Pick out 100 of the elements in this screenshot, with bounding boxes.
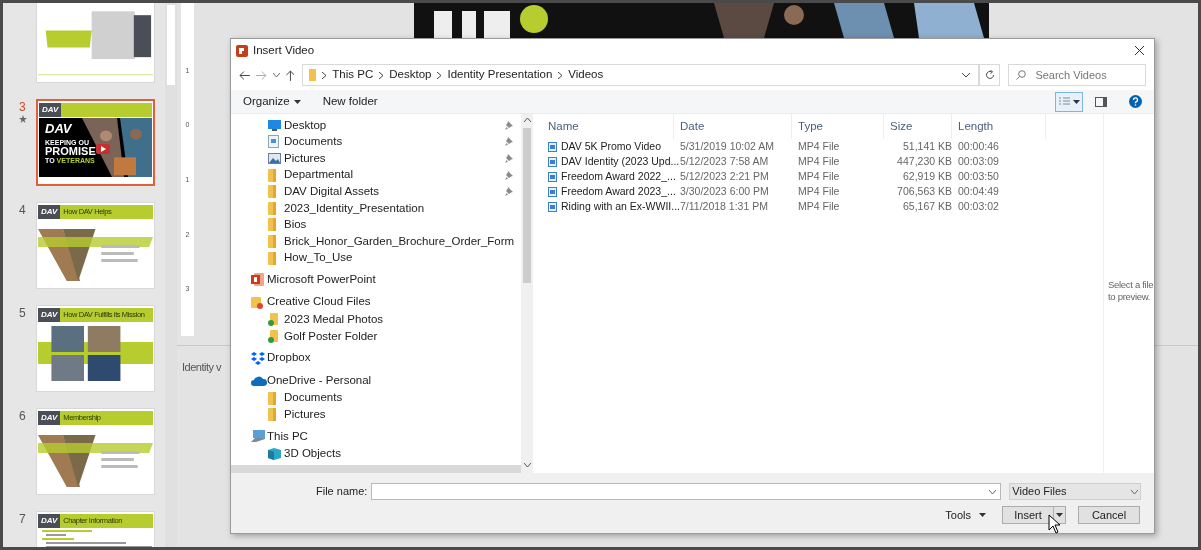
nav-item[interactable]: DAV Digital Assets (231, 183, 521, 200)
folder-icon (268, 391, 276, 405)
column-header[interactable]: Size (884, 114, 952, 139)
chevron-down-icon[interactable] (272, 73, 280, 77)
pin-icon (505, 187, 513, 197)
scroll-up-icon[interactable] (523, 118, 531, 122)
nav-item[interactable]: Documents (231, 389, 521, 407)
caret-icon (979, 513, 986, 517)
file-length: 00:03:02 (957, 198, 1000, 214)
nav-item[interactable]: Pictures (231, 406, 521, 424)
back-arrow-icon[interactable] (239, 70, 250, 80)
cancel-button[interactable]: Cancel (1078, 506, 1140, 524)
nav-item[interactable]: Microsoft PowerPoint (231, 271, 521, 288)
file-type: MP4 File (797, 138, 841, 154)
nav-item[interactable]: Pictures (231, 150, 521, 167)
column-header[interactable]: Length (952, 114, 1046, 139)
file-length: 00:04:49 (957, 183, 1000, 199)
file-name: Riding with an Ex-WWII... (561, 198, 681, 214)
search-icon (1016, 70, 1027, 80)
slide-logo: DAV (38, 205, 61, 219)
file-row[interactable]: DAV 5K Promo Video 5/31/2019 10:02 AM MP4 File 51,141 KB 00:00:46 (536, 139, 1103, 154)
scrollbar-thumb[interactable] (167, 5, 175, 85)
file-type-dropdown[interactable]: Video Files (1009, 483, 1141, 500)
address-bar[interactable]: This PC Desktop Identity Presentation Videos (302, 64, 979, 86)
synced-folder-icon (268, 313, 278, 327)
nav-item[interactable]: Bios (231, 216, 521, 234)
folder-icon (309, 69, 317, 81)
dialog-title: Insert Video (253, 42, 316, 58)
path-segment[interactable]: This PC (332, 66, 374, 84)
file-type: MP4 File (797, 153, 841, 169)
nav-item[interactable]: OneDrive - Personal (231, 372, 521, 389)
nav-item[interactable]: This PC (231, 428, 521, 445)
cloud-folder-icon (251, 295, 264, 309)
folder-icon (268, 234, 276, 248)
file-row[interactable]: Riding with an Ex-WWII...7/11/2018 1:31 PM MP4 File 65,167 KB 00:03:02 (536, 199, 1103, 214)
file-name-field[interactable] (370, 483, 1002, 500)
column-header[interactable]: Date (674, 114, 792, 139)
preview-pane-icon[interactable] (1095, 96, 1107, 107)
nav-item[interactable]: 2023 Medal Photos (231, 311, 521, 329)
folder-icon (268, 251, 276, 265)
nav-item[interactable]: How_To_Use (231, 249, 521, 267)
file-type: MP4 File (797, 168, 841, 184)
nav-item[interactable]: 3D Objects (231, 445, 521, 463)
nav-item[interactable]: Brick_Honor_Garden_Brochure_Order_Form (231, 233, 521, 250)
nav-item[interactable]: 2023_Identity_Presentation (231, 199, 521, 217)
tools-menu-button[interactable]: Tools (945, 506, 986, 524)
file-name: DAV 5K Promo Video (561, 138, 661, 154)
folder-icon (268, 201, 276, 215)
column-header[interactable]: Name (536, 114, 674, 139)
slide-number: 5 (19, 307, 26, 319)
nav-item[interactable]: Departmental (231, 166, 521, 184)
nav-item[interactable]: Dropbox (231, 349, 521, 367)
new-folder-button[interactable]: New folder (322, 92, 378, 111)
slide-heading: PROMISE (45, 146, 96, 157)
cube-icon (268, 448, 281, 460)
file-row[interactable]: DAV Identity (2023 Upd...5/12/2023 7:58 AM MP4 File 447,230 KB 00:03:09 (536, 154, 1103, 169)
file-row[interactable]: Freedom Award 2022_... 5/12/2023 2:21 PM MP4 File 62,919 KB 00:03:50 (536, 169, 1103, 184)
pin-icon (505, 154, 513, 163)
file-size: 65,167 KB (901, 198, 952, 214)
file-name-label: File name: (316, 484, 369, 500)
scrollbar-thumb[interactable] (523, 128, 531, 283)
search-field[interactable]: Search Videos (1008, 64, 1146, 86)
view-options-button[interactable] (1055, 91, 1083, 112)
picture-icon (268, 153, 281, 164)
chevron-right-icon (379, 71, 384, 79)
computer-icon (251, 430, 266, 443)
chevron-down-icon[interactable] (961, 72, 970, 78)
file-name: Freedom Award 2023_... (561, 183, 676, 199)
insert-button[interactable]: Insert (1002, 506, 1054, 524)
path-segment[interactable]: Identity Presentation (447, 66, 553, 84)
document-icon (268, 135, 279, 149)
column-header[interactable]: Type (792, 114, 884, 139)
nav-item[interactable]: Desktop (231, 117, 521, 134)
refresh-button[interactable] (978, 64, 1001, 86)
chevron-right-icon (558, 71, 563, 79)
file-name: Freedom Award 2022_... (561, 168, 676, 184)
help-icon[interactable] (1129, 95, 1142, 108)
file-length: 00:00:46 (957, 138, 1000, 154)
nav-item[interactable]: Creative Cloud Files (231, 293, 521, 311)
folder-icon (268, 408, 276, 422)
nav-item[interactable]: Documents (231, 133, 521, 151)
up-arrow-icon[interactable] (285, 69, 295, 81)
file-length: 00:03:50 (957, 168, 1000, 184)
insert-options-button[interactable] (1054, 506, 1066, 524)
nav-item[interactable]: Golf Poster Folder (231, 328, 521, 345)
file-size: 447,230 KB (896, 153, 952, 169)
notes-text: Identity v (182, 361, 222, 373)
slide-logo: DAV (38, 411, 61, 425)
organize-menu-button[interactable]: Organize (243, 92, 301, 111)
slide-logo: DAV (38, 308, 61, 322)
video-file-icon (548, 186, 557, 197)
file-row[interactable]: Freedom Award 2023_... 3/30/2023 6:00 PM MP4 File 706,563 KB 00:04:49 (536, 184, 1103, 199)
file-date: 5/12/2023 2:21 PM (679, 168, 770, 184)
file-date: 3/30/2023 6:00 PM (679, 183, 770, 199)
pin-icon (505, 120, 513, 130)
path-segment[interactable]: Videos (568, 66, 604, 84)
path-segment[interactable]: Desktop (389, 66, 432, 84)
file-size: 51,141 KB (901, 138, 952, 154)
file-size: 706,563 KB (896, 183, 952, 199)
scroll-down-icon[interactable] (523, 463, 531, 467)
